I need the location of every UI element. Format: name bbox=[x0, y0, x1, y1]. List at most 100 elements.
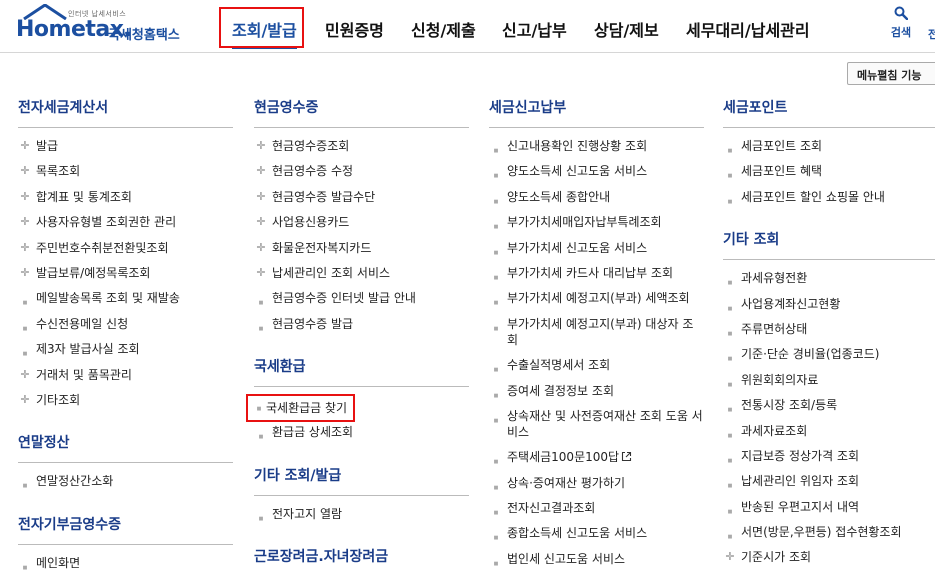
menu-item-label: 세금포인트 조회 bbox=[741, 139, 823, 153]
menu-item-세금포인트-혜택[interactable]: ■ 세금포인트 혜택 bbox=[723, 163, 935, 179]
menu-item-기타조회[interactable]: ✛ 기타조회 bbox=[18, 392, 233, 408]
menu-item-주류면허상태[interactable]: ■ 주류면허상태 bbox=[723, 321, 935, 337]
search-button[interactable]: 검색 bbox=[886, 6, 916, 40]
menu-item-합계표-및-통계조회[interactable]: ✛ 합계표 및 통계조회 bbox=[18, 189, 233, 205]
menu-item-납세관리인-위임자-조회[interactable]: ■ 납세관리인 위임자 조회 bbox=[723, 473, 935, 489]
menu-item-label: 주류면허상태 bbox=[741, 321, 808, 336]
menu-item-신고내용확인-진행상황-조회[interactable]: ■ 신고내용확인 진행상황 조회 bbox=[489, 138, 704, 154]
menu-item-현금영수증-수정[interactable]: ✛ 현금영수증 수정 bbox=[254, 163, 469, 179]
menu-item-부가가치세-카드사-대리납부-조회[interactable]: ■ 부가가치세 카드사 대리납부 조회 bbox=[489, 265, 704, 281]
menu-item-위원회회의자료[interactable]: ■ 위원회회의자료 bbox=[723, 372, 935, 388]
menu-item-주민번호수취분전환및조회[interactable]: ✛ 주민번호수취분전환및조회 bbox=[18, 240, 233, 256]
menu-item-기준시가-조회[interactable]: ✛ 기준시가 조회 bbox=[723, 549, 935, 565]
menu-item-연말정산간소화[interactable]: ■ 연말정산간소화 bbox=[18, 473, 233, 489]
bullet-icon: ■ bbox=[727, 381, 733, 388]
menu-item-전통시장-조회-등록[interactable]: ■ 전통시장 조회/등록 bbox=[723, 397, 935, 413]
menu-item-주택세금100문100답[interactable]: ■ 주택세금100문100답 bbox=[489, 449, 704, 465]
menu-item-현금영수증-발급수단[interactable]: ✛ 현금영수증 발급수단 bbox=[254, 189, 469, 205]
menu-item-label: 기준시가 조회 bbox=[741, 550, 812, 565]
gnb-tab-report-payment[interactable]: 신고/납부 bbox=[502, 17, 567, 41]
menu-expand-button[interactable]: 메뉴펼침 기능 bbox=[847, 62, 935, 85]
bullet-icon: ■ bbox=[493, 148, 499, 154]
menu-item-label: 위원회회의자료 bbox=[741, 372, 819, 387]
menu-item-현금영수증조회[interactable]: ✛ 현금영수증조회 bbox=[254, 138, 469, 154]
menu-item-국세환급금-찾기-highlighted[interactable]: ■ 국세환급금 찾기 bbox=[246, 394, 356, 423]
bullet-icon: ■ bbox=[493, 173, 499, 180]
gnb-tab-application[interactable]: 신청/제출 bbox=[411, 17, 476, 41]
menu-item-납세관리인-조회-서비스[interactable]: ✛ 납세관리인 조회 서비스 bbox=[254, 265, 469, 281]
menu-item-거래처-및-품목관리[interactable]: ✛ 거래처 및 품목관리 bbox=[18, 367, 233, 383]
menu-item-사업용신용카드[interactable]: ✛ 사업용신용카드 bbox=[254, 214, 469, 230]
section-title[interactable]: 세금포인트 bbox=[723, 97, 935, 128]
bullet-icon: ■ bbox=[727, 508, 733, 515]
section-title[interactable]: 세금신고납부 bbox=[489, 97, 704, 128]
menu-item-상속재산-및-사전증여재산-조회-도움-서비스[interactable]: ■ 상속재산 및 사전증여재산 조회 도움 서비스 bbox=[489, 408, 704, 440]
menu-item-현금영수증-발급[interactable]: ■ 현금영수증 발급 bbox=[254, 316, 469, 332]
menu-item-과세자료조회[interactable]: ■ 과세자료조회 bbox=[723, 423, 935, 439]
menu-item-메인화면[interactable]: ■ 메인화면 bbox=[18, 555, 233, 571]
menu-item-수신전용메일-신청[interactable]: ■ 수신전용메일 신청 bbox=[18, 316, 233, 332]
section-title[interactable]: 현금영수증 bbox=[254, 97, 469, 128]
bullet-icon: ■ bbox=[22, 483, 28, 490]
menu-item-사업용계좌신고현황[interactable]: ■ 사업용계좌신고현황 bbox=[723, 296, 935, 312]
menu-item-반송된-우편고지서-내역[interactable]: ■ 반송된 우편고지서 내역 bbox=[723, 499, 935, 515]
expand-plus-icon: ✛ bbox=[20, 265, 30, 279]
menu-item-label: 화물운전자복지카드 bbox=[272, 240, 372, 255]
menu-item-양도소득세-종합안내[interactable]: ■ 양도소득세 종합안내 bbox=[489, 189, 704, 205]
hometax-logo[interactable]: 인터넷 납세서비스 Hometax. 국세청홈택스 bbox=[16, 4, 206, 48]
section-title[interactable]: 기타 조회/발급 bbox=[254, 465, 469, 496]
menu-item-수출실적명세서-조회[interactable]: ■ 수출실적명세서 조회 bbox=[489, 357, 704, 373]
menu-item-양도소득세-신고도움-서비스[interactable]: ■ 양도소득세 신고도움 서비스 bbox=[489, 163, 704, 179]
menu-item-환급금-상세조회[interactable]: ■ 환급금 상세조회 bbox=[254, 424, 469, 440]
menu-item-세금포인트-조회[interactable]: ■ 세금포인트 조회 bbox=[723, 138, 935, 154]
menu-item-전자고지-열람[interactable]: ■ 전자고지 열람 bbox=[254, 506, 469, 522]
menu-item-부가가치세-예정고지-부과-대상자-조회[interactable]: ■ 부가가치세 예정고지(부과) 대상자 조회 bbox=[489, 316, 704, 348]
section-title[interactable]: 기타 조회 bbox=[723, 229, 935, 261]
section-title[interactable]: 연말정산 bbox=[18, 432, 233, 464]
menu-item-종합소득세-신고도움-서비스[interactable]: ■ 종합소득세 신고도움 서비스 bbox=[489, 525, 704, 541]
menu-item-법인세-신고도움-서비스[interactable]: ■ 법인세 신고도움 서비스 bbox=[489, 551, 704, 567]
menu-item-부가가치세-신고도움-서비스[interactable]: ■ 부가가치세 신고도움 서비스 bbox=[489, 240, 704, 256]
menu-item-제3자-발급사실-조회[interactable]: ■ 제3자 발급사실 조회 bbox=[18, 341, 233, 357]
menu-item-label: 메인화면 bbox=[36, 555, 81, 570]
menu-item-부가가치세-예정고지-부과-세액조회[interactable]: ■ 부가가치세 예정고지(부과) 세액조회 bbox=[489, 290, 704, 306]
bullet-icon: ■ bbox=[727, 407, 733, 414]
menu-item-현금영수증-인터넷-발급-안내[interactable]: ■ 현금영수증 인터넷 발급 안내 bbox=[254, 290, 469, 306]
menu-item-메일발송목록-조회-및-재발송[interactable]: ■ 메일발송목록 조회 및 재발송 bbox=[18, 290, 233, 306]
menu-item-label: 세금포인트 혜택 bbox=[741, 164, 823, 179]
menu-item-label: 종합소득세 신고도움 서비스 bbox=[507, 526, 648, 541]
menu-item-지급보증-정상가격-조회[interactable]: ■ 지급보증 정상가격 조회 bbox=[723, 448, 935, 464]
menu-item-상속-증여재산-평가하기[interactable]: ■ 상속·증여재산 평가하기 bbox=[489, 475, 704, 491]
section-title[interactable]: 전자기부금영수증 bbox=[18, 514, 233, 545]
bullet-icon: ■ bbox=[493, 367, 499, 374]
menu-item-목록조회[interactable]: ✛ 목록조회 bbox=[18, 163, 233, 179]
external-link-icon bbox=[622, 452, 632, 462]
menu-item-label: 합계표 및 통계조회 bbox=[36, 189, 132, 204]
gnb-tab-tax-agent[interactable]: 세무대리/납세관리 bbox=[686, 17, 810, 41]
section-title[interactable]: 국세환급 bbox=[254, 356, 469, 388]
bullet-icon: ■ bbox=[258, 434, 264, 441]
menu-item-부가가치세매입자납부특례조회[interactable]: ■ 부가가치세매입자납부특례조회 bbox=[489, 214, 704, 230]
menu-item-label: 발급보류/예정목록조회 bbox=[36, 265, 151, 280]
gnb-tab-inquiry-issuance[interactable]: 조회/발급 bbox=[232, 17, 297, 49]
menu-item-서면-방문-우편등-접수현황조회[interactable]: ■ 서면(방문,우편등) 접수현황조회 bbox=[723, 524, 935, 540]
menu-item-발급[interactable]: ✛ 발급 bbox=[18, 138, 233, 154]
section-title[interactable]: 근로장려금.자녀장려금 bbox=[254, 546, 469, 571]
gnb-tab-civil-certificate[interactable]: 민원증명 bbox=[325, 17, 384, 41]
menu-item-발급보류-예정목록조회[interactable]: ✛ 발급보류/예정목록조회 bbox=[18, 265, 233, 281]
menu-item-label: 환급금 상세조회 bbox=[272, 425, 354, 440]
gnb-tab-consult-report[interactable]: 상담/제보 bbox=[594, 17, 659, 41]
all-menu-button[interactable]: 전 bbox=[928, 26, 935, 42]
bullet-icon: ■ bbox=[493, 249, 499, 256]
menu-item-화물운전자복지카드[interactable]: ✛ 화물운전자복지카드 bbox=[254, 240, 469, 256]
menu-item-과세유형전환[interactable]: ■ 과세유형전환 bbox=[723, 270, 935, 286]
menu-item-기준-단순-경비율-업종코드[interactable]: ■ 기준·단순 경비율(업종코드) bbox=[723, 346, 935, 362]
section-title[interactable]: 전자세금계산서 bbox=[18, 97, 233, 128]
bullet-icon: ■ bbox=[727, 198, 733, 205]
menu-item-사용자유형별-조회권한-관리[interactable]: ✛ 사용자유형별 조회권한 관리 bbox=[18, 214, 233, 230]
menu-item-세금포인트-할인-쇼핑몰-안내[interactable]: ■ 세금포인트 할인 쇼핑몰 안내 bbox=[723, 189, 935, 205]
menu-item-전자신고결과조회[interactable]: ■ 전자신고결과조회 bbox=[489, 500, 704, 516]
menu-item-증여세-결정정보-조회[interactable]: ■ 증여세 결정정보 조회 bbox=[489, 383, 704, 399]
menu-item-label: 부가가치세 예정고지(부과) 세액조회 bbox=[507, 291, 690, 306]
